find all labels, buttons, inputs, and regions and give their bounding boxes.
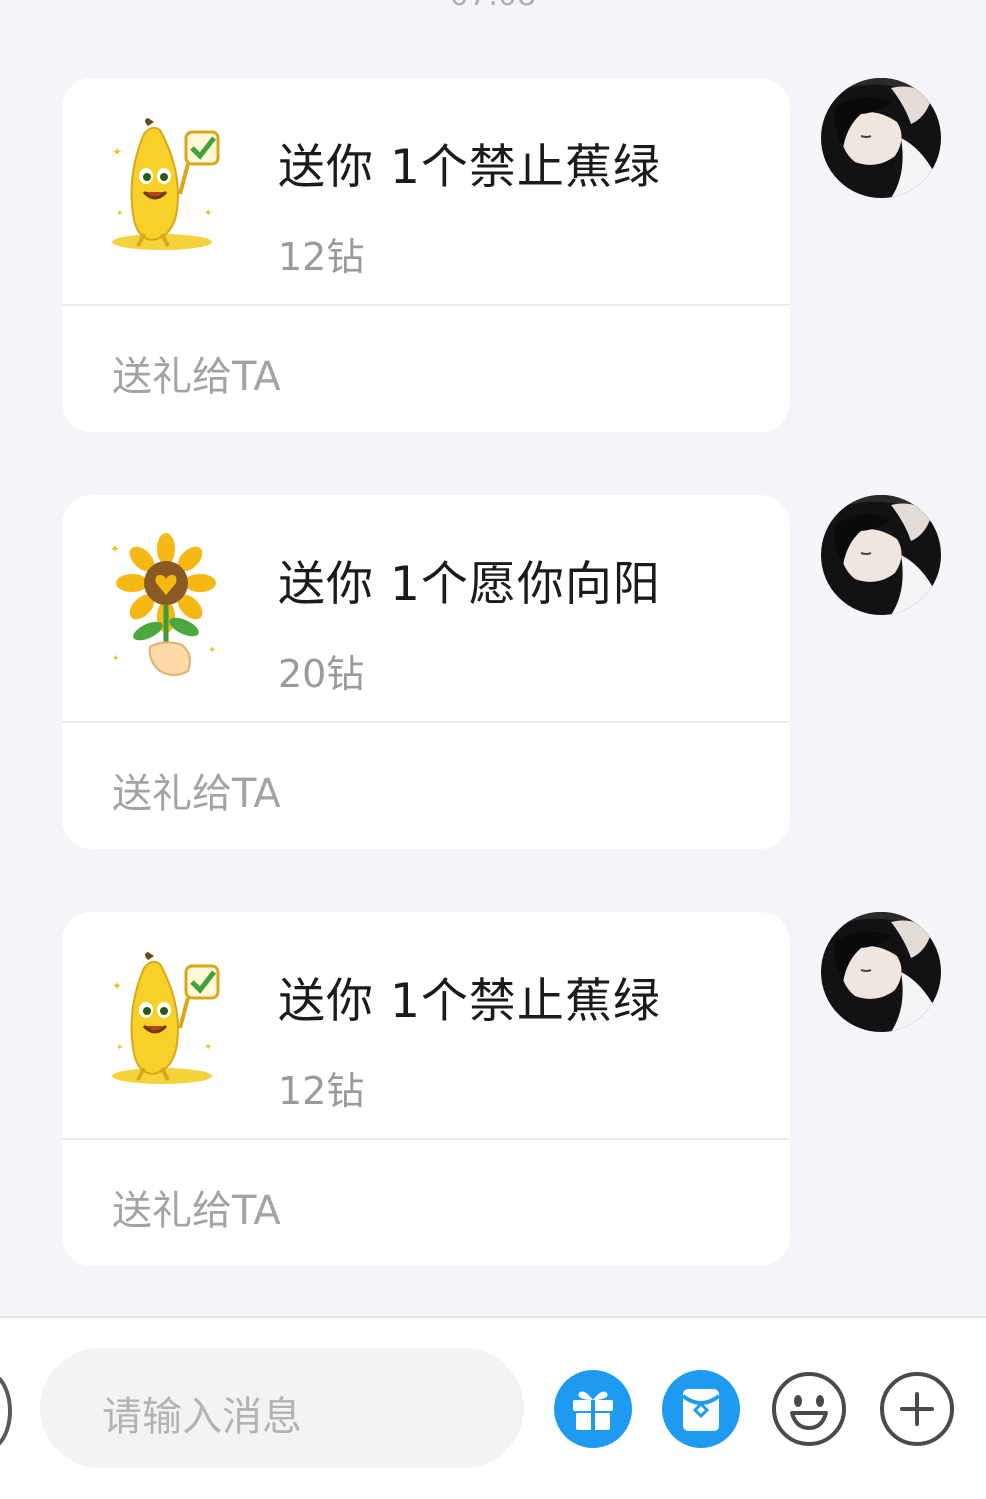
svg-text:✦: ✦ [204,208,212,219]
svg-text:✦: ✦ [116,209,124,219]
avatar-photo [821,495,941,615]
gift-price: 20钻 [278,652,365,696]
input-placeholder: 请输入消息 [102,1394,302,1440]
avatar[interactable] [821,78,941,198]
avatar-photo [821,78,941,198]
input-bar: 请输入消息 [0,1316,986,1499]
banana-check-icon: ✦ ✦ ✦ [112,952,220,1084]
gift-card[interactable]: ✦ ✦ ✦ 送你 1个禁止蕉绿 12钻 送礼给TA [62,78,790,432]
gift-title: 送你 1个禁止蕉绿 [278,974,661,1029]
send-gift-button[interactable]: 送礼给TA [112,1178,281,1236]
divider [62,721,790,723]
plus-icon[interactable] [878,1370,956,1448]
avatar[interactable] [821,912,941,1032]
send-gift-button[interactable]: 送礼给TA [112,761,281,819]
svg-text:✦: ✦ [112,979,122,993]
gift-card[interactable]: ✦ ✦ ✦ 送你 1个禁止蕉绿 12钻 送礼给TA [62,912,790,1266]
gift-title: 送你 1个禁止蕉绿 [278,140,661,195]
message-input[interactable]: 请输入消息 [40,1348,524,1468]
svg-text:✦: ✦ [112,145,122,159]
gift-message: ✦ ✦ ✦ 送你 1个禁止蕉绿 12钻 送礼给TA [0,78,986,434]
svg-text:✦: ✦ [110,542,120,556]
gift-price: 12钻 [278,235,365,279]
banana-check-icon: ✦ ✦ ✦ [112,118,220,250]
avatar-photo [821,912,941,1032]
gift-message: ✦ ✦ ✦ 送你 1个愿你向阳 20钻 送礼给TA [0,495,986,851]
gift-message: ✦ ✦ ✦ 送你 1个禁止蕉绿 12钻 送礼给TA [0,912,986,1268]
red-packet-icon[interactable] [662,1370,740,1448]
gift-title: 送你 1个愿你向阳 [278,557,661,612]
svg-text:✦: ✦ [208,645,216,656]
voice-icon[interactable] [0,1370,12,1452]
gift-icon[interactable] [554,1370,632,1448]
svg-text:✦: ✦ [204,1042,212,1053]
divider [62,1138,790,1140]
gift-card[interactable]: ✦ ✦ ✦ 送你 1个愿你向阳 20钻 送礼给TA [62,495,790,849]
sunflower-icon: ✦ ✦ ✦ [110,533,216,676]
timestamp: 07:08 [0,0,986,13]
send-gift-button[interactable]: 送礼给TA [112,344,281,402]
avatar[interactable] [821,495,941,615]
svg-text:✦: ✦ [112,654,120,664]
svg-text:✦: ✦ [116,1043,124,1053]
gift-price: 12钻 [278,1069,365,1113]
divider [62,304,790,306]
emoji-icon[interactable] [770,1370,848,1448]
